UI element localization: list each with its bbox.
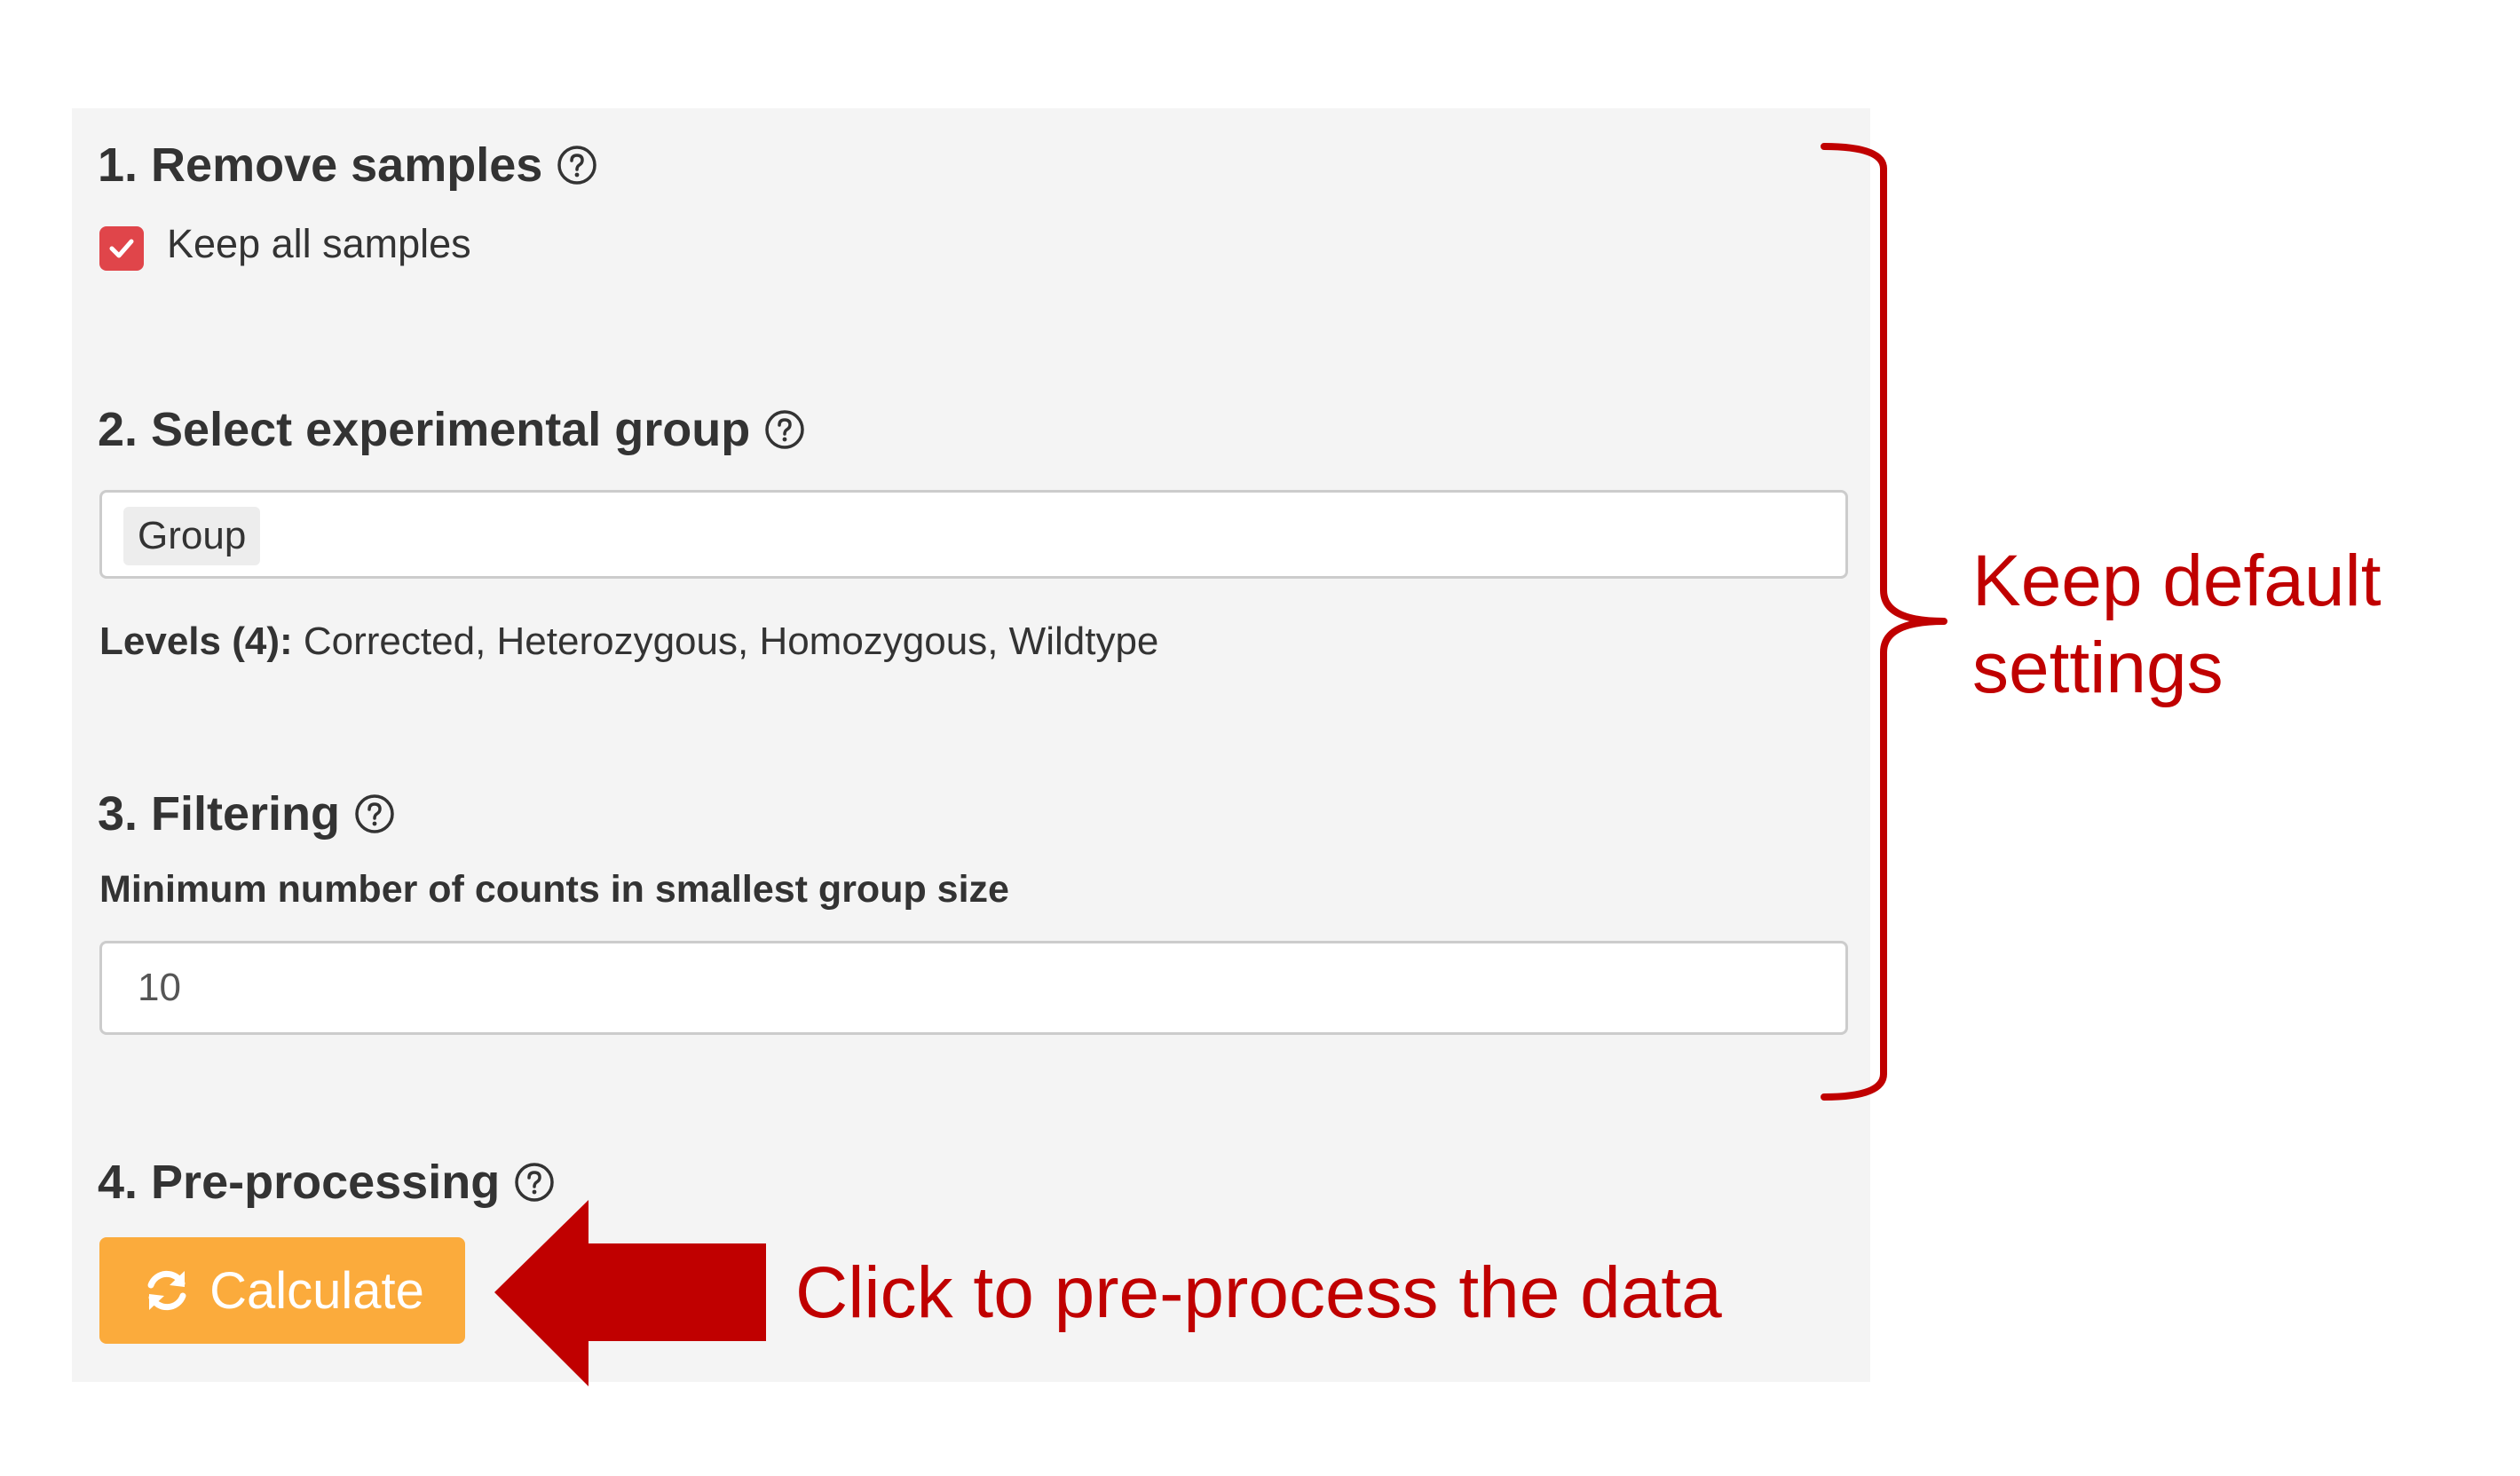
keep-default-line-1: Keep default — [1972, 541, 2382, 621]
pointer-arrow — [494, 1200, 766, 1386]
curly-bracket — [1821, 143, 1947, 1101]
keep-default-line-2: settings — [1972, 627, 2224, 708]
click-hint-annotation: Click to pre-process the data — [795, 1252, 1722, 1333]
keep-default-annotation: Keep default settings — [1972, 538, 2382, 712]
